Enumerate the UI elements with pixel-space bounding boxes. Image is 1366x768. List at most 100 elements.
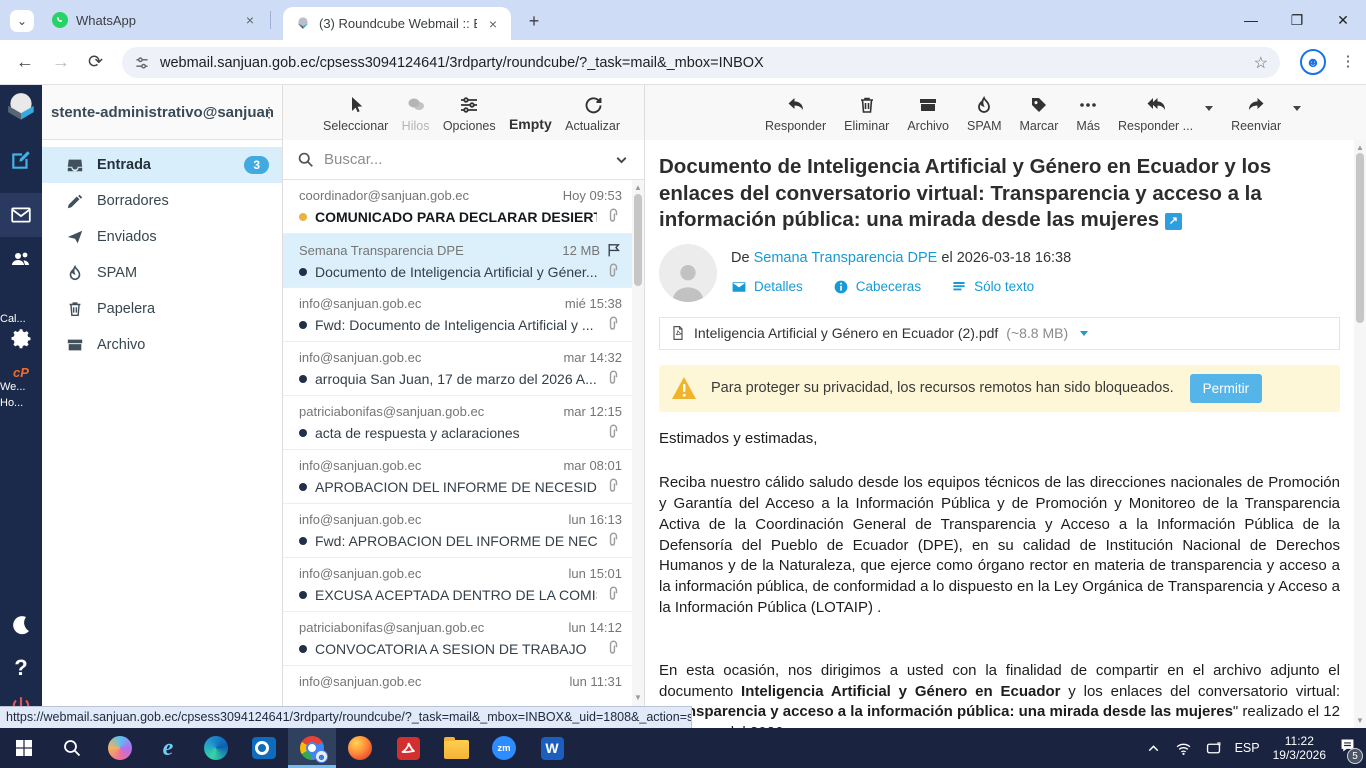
taskbar-outlook-button[interactable]	[240, 728, 288, 768]
rail-webmail-home-label[interactable]: We...	[0, 381, 42, 393]
allow-button[interactable]: Permitir	[1190, 374, 1263, 403]
sidebar-item-enviados[interactable]: Enviados	[42, 219, 282, 255]
taskbar-firefox-button[interactable]	[336, 728, 384, 768]
account-menu-icon[interactable]: ⋮	[262, 104, 276, 121]
taskbar-explorer-button[interactable]	[432, 728, 480, 768]
back-icon[interactable]: ←	[16, 52, 34, 73]
details-link[interactable]: Detalles	[731, 279, 803, 295]
taskbar-chrome-button[interactable]: ☻	[288, 728, 336, 768]
bookmark-star-icon[interactable]: ☆	[1254, 53, 1268, 73]
external-link-icon[interactable]: ↗	[1165, 213, 1182, 230]
account-header[interactable]: stente-administrativo@sanjuan.gob.ec ⋮	[42, 85, 282, 140]
taskbar-zoom-button[interactable]: zm	[480, 728, 528, 768]
taskbar-clock[interactable]: 11:22 19/3/2026	[1273, 734, 1326, 762]
start-button[interactable]	[0, 728, 48, 768]
mark-button[interactable]: Marcar	[1020, 95, 1059, 133]
browser-menu-icon[interactable]: ⋮	[1340, 52, 1356, 70]
archive-button[interactable]: Archivo	[907, 95, 949, 133]
taskbar-word-button[interactable]: W	[528, 728, 576, 768]
search-input[interactable]	[324, 151, 603, 168]
sidebar-item-spam[interactable]: SPAM	[42, 255, 282, 291]
message-row[interactable]: patriciabonifas@sanjuan.gob.eclun 14:12 …	[283, 612, 632, 666]
tab-divider	[270, 11, 271, 29]
list-scrollbar[interactable]: ▲ ▼	[632, 180, 644, 728]
message-row[interactable]: info@sanjuan.gob.ecmié 15:38 Fwd: Docume…	[283, 288, 632, 342]
scroll-up-icon[interactable]: ▲	[1354, 143, 1366, 152]
trash-icon	[857, 95, 877, 115]
message-row[interactable]: patriciabonifas@sanjuan.gob.ecmar 12:15 …	[283, 396, 632, 450]
tray-chevron-up-icon[interactable]	[1145, 740, 1162, 757]
rail-mail-icon[interactable]	[0, 193, 42, 237]
refresh-button[interactable]: Actualizar	[565, 95, 620, 133]
rail-settings-icon[interactable]	[0, 327, 42, 349]
reply-all-caret-icon[interactable]	[1205, 106, 1213, 111]
attachment-caret-icon[interactable]	[1080, 331, 1088, 336]
empty-button[interactable]: Empty	[509, 116, 552, 133]
scroll-down-icon[interactable]: ▼	[1354, 716, 1366, 725]
scroll-up-icon[interactable]: ▲	[632, 183, 644, 192]
sidebar-item-entrada[interactable]: Entrada 3	[42, 147, 282, 183]
rail-compose-icon[interactable]	[0, 149, 42, 171]
message-row[interactable]: coordinador@sanjuan.gob.ecHoy 09:53 COMU…	[283, 180, 632, 234]
plain-text-link[interactable]: Sólo texto	[951, 279, 1034, 295]
tab-close-icon[interactable]: ×	[242, 12, 258, 28]
select-button[interactable]: Seleccionar	[323, 95, 388, 133]
headers-link[interactable]: Cabeceras	[833, 279, 921, 295]
reload-icon[interactable]: ⟳	[88, 52, 103, 73]
word-icon: W	[541, 737, 564, 760]
wifi-icon[interactable]	[1175, 740, 1192, 757]
forward-button[interactable]: Reenviar	[1231, 95, 1281, 133]
delete-button[interactable]: Eliminar	[844, 95, 889, 133]
forward-caret-icon[interactable]	[1293, 106, 1301, 111]
reply-all-button[interactable]: Responder ...	[1118, 95, 1193, 133]
tab-close-icon[interactable]: ×	[485, 16, 501, 32]
reading-scrollbar-thumb[interactable]	[1356, 153, 1364, 323]
notification-center-button[interactable]: 5	[1339, 737, 1356, 759]
display-connect-icon[interactable]	[1205, 740, 1222, 757]
dark-mode-moon-icon[interactable]	[0, 613, 42, 637]
help-icon[interactable]: ?	[0, 655, 42, 681]
tab-roundcube[interactable]: (3) Roundcube Webmail :: Entra ×	[283, 7, 511, 40]
reading-scrollbar[interactable]: ▲ ▼	[1354, 140, 1366, 728]
attachment-row[interactable]: Inteligencia Artificial y Género en Ecua…	[659, 317, 1340, 350]
reply-button[interactable]: Responder	[765, 95, 826, 133]
message-row[interactable]: info@sanjuan.gob.eclun 15:01 EXCUSA ACEP…	[283, 558, 632, 612]
sidebar-item-papelera[interactable]: Papelera	[42, 291, 282, 327]
taskbar-acrobat-button[interactable]	[384, 728, 432, 768]
taskbar-search-button[interactable]	[48, 728, 96, 768]
sidebar-item-borradores[interactable]: Borradores	[42, 183, 282, 219]
rail-calendar-label[interactable]: Cal...	[0, 313, 42, 325]
chrome-profile-badge: ☻	[315, 750, 328, 763]
cpanel-icon[interactable]: cP	[0, 365, 42, 380]
tab-search-button[interactable]: ⌄	[10, 10, 34, 32]
profile-icon[interactable]: ☻	[1300, 49, 1326, 75]
rail-contacts-icon[interactable]	[0, 247, 42, 271]
internet-explorer-icon: e	[163, 735, 174, 762]
minimize-button[interactable]: —	[1228, 0, 1274, 40]
message-row[interactable]: info@sanjuan.gob.eclun 16:13 Fwd: APROBA…	[283, 504, 632, 558]
sidebar-item-archivo[interactable]: Archivo	[42, 327, 282, 363]
taskbar-edge-button[interactable]	[192, 728, 240, 768]
list-scrollbar-thumb[interactable]	[634, 194, 642, 286]
forward-icon[interactable]: →	[52, 52, 70, 73]
attachment-icon	[605, 478, 622, 495]
tab-whatsapp[interactable]: WhatsApp ×	[40, 0, 268, 40]
taskbar-ie-button[interactable]: e	[144, 728, 192, 768]
restore-button[interactable]: ❐	[1274, 0, 1320, 40]
spam-button[interactable]: SPAM	[967, 95, 1002, 133]
close-button[interactable]: ✕	[1320, 0, 1366, 40]
options-button[interactable]: Opciones	[443, 95, 496, 133]
more-button[interactable]: Más	[1076, 95, 1100, 133]
new-tab-button[interactable]: +	[522, 9, 546, 33]
language-indicator[interactable]: ESP	[1235, 741, 1260, 755]
search-options-chevron-icon[interactable]	[613, 151, 630, 168]
omnibox[interactable]: webmail.sanjuan.gob.ec/cpsess3094124641/…	[122, 47, 1280, 78]
taskbar-copilot-button[interactable]	[96, 728, 144, 768]
site-settings-icon[interactable]	[134, 55, 150, 71]
message-row[interactable]: info@sanjuan.gob.ecmar 14:32 arroquia Sa…	[283, 342, 632, 396]
threads-button[interactable]: Hilos	[402, 95, 430, 133]
sender-link[interactable]: Semana Transparencia DPE	[754, 250, 938, 266]
message-row[interactable]: info@sanjuan.gob.ecmar 08:01 APROBACION …	[283, 450, 632, 504]
scroll-down-icon[interactable]: ▼	[632, 693, 644, 702]
message-row-selected[interactable]: Semana Transparencia DPE12 MB Documento …	[283, 234, 632, 288]
